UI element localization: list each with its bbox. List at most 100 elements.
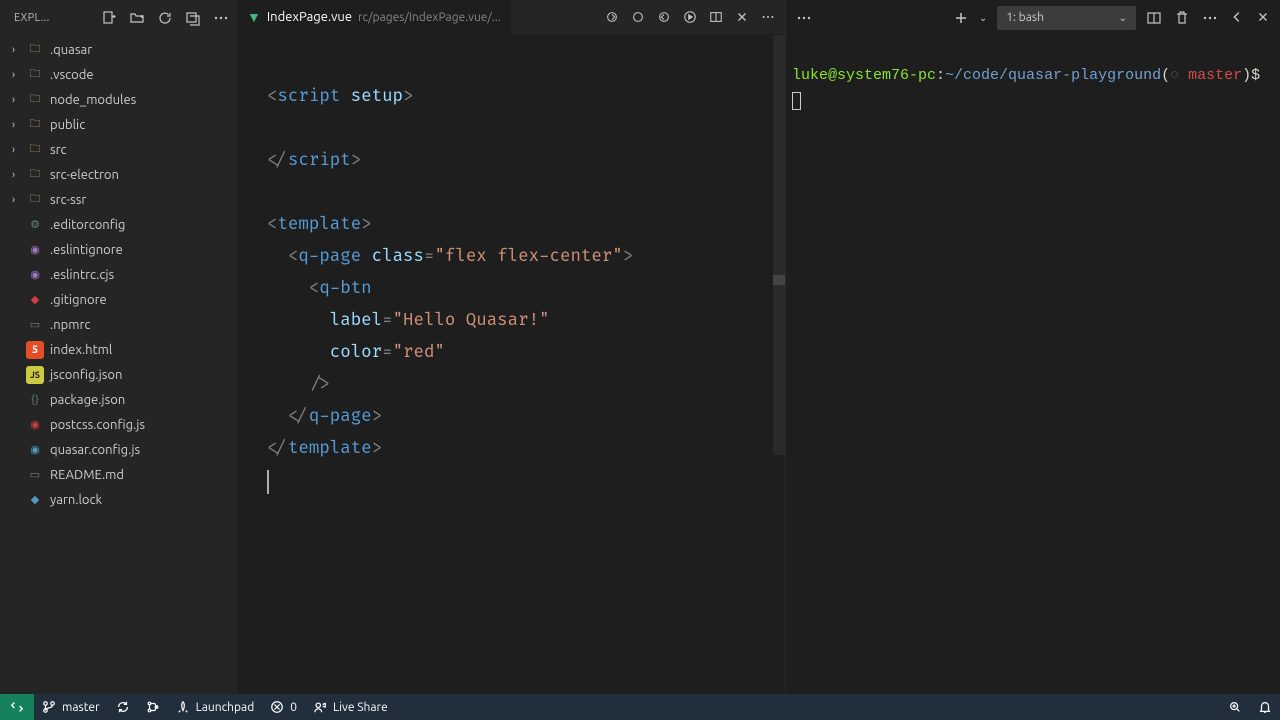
new-terminal-icon[interactable] [953, 10, 969, 26]
folder-label: .vscode [50, 68, 94, 82]
git-icon: ◆ [26, 291, 44, 309]
collapse-icon[interactable] [185, 10, 201, 26]
file-label: jsconfig.json [50, 368, 122, 382]
folder-quasar[interactable]: ›🗀.quasar [0, 37, 237, 62]
new-folder-icon[interactable] [129, 10, 145, 26]
chevron-down-icon[interactable]: ⌄ [979, 12, 987, 24]
close-icon[interactable] [1256, 10, 1270, 26]
file-postcss[interactable]: ◉postcss.config.js [0, 412, 237, 437]
folder-src-electron[interactable]: ›🗀src-electron [0, 162, 237, 187]
chevron-right-icon: › [12, 144, 26, 156]
file-eslintignore[interactable]: ◉.eslintignore [0, 237, 237, 262]
quasar-icon: ◉ [26, 441, 44, 459]
chevron-right-icon: › [12, 44, 26, 56]
folder-icon: 🗀 [26, 116, 44, 134]
code-token: < [288, 246, 298, 267]
problems-count: 0 [290, 701, 297, 714]
split-icon[interactable] [709, 10, 723, 24]
file-label: .gitignore [50, 293, 107, 307]
file-label: .eslintignore [50, 243, 123, 257]
terminal-body[interactable]: luke@system76-pc:~/code/quasar-playgroun… [786, 35, 1280, 694]
folder-src[interactable]: ›🗀src [0, 137, 237, 162]
file-eslintrc[interactable]: ◉.eslintrc.cjs [0, 262, 237, 287]
file-index-html[interactable]: 5index.html [0, 337, 237, 362]
prompt-branch-close: ) [1242, 67, 1251, 84]
editor-scrollbar[interactable] [773, 35, 785, 455]
folder-label: src-ssr [50, 193, 86, 207]
code-token: > [372, 406, 382, 427]
prompt-sep: : [936, 67, 945, 84]
code-editor[interactable]: <script setup> </script> <template> <q-p… [237, 35, 785, 694]
problems-button[interactable]: 0 [262, 700, 305, 714]
branch-status[interactable]: master [34, 700, 108, 714]
editor-pane: ▼ IndexPage.vue rc/pages/IndexPage.vue/.… [237, 0, 785, 694]
git-graph-button[interactable] [138, 700, 168, 714]
code-token: template [277, 214, 361, 235]
editor-tab[interactable]: ▼ IndexPage.vue rc/pages/IndexPage.vue/.… [237, 0, 512, 35]
refresh-icon[interactable] [157, 10, 173, 26]
file-gitignore[interactable]: ◆ .gitignore [0, 287, 237, 312]
more-icon[interactable] [213, 10, 229, 26]
remote-button[interactable] [0, 694, 34, 720]
back-icon[interactable] [1230, 10, 1244, 26]
folder-icon: 🗀 [26, 91, 44, 109]
code-token: > [372, 438, 382, 459]
folder-icon: 🗀 [26, 141, 44, 159]
liveshare-button[interactable]: Live Share [305, 700, 396, 714]
code-token: /> [309, 374, 330, 395]
code-token: < [267, 214, 277, 235]
explorer-header: EXPL... [0, 0, 237, 35]
folder-src-ssr[interactable]: ›🗀src-ssr [0, 187, 237, 212]
code-token: color [330, 342, 382, 363]
editor-tabbar: ▼ IndexPage.vue rc/pages/IndexPage.vue/.… [237, 0, 785, 35]
terminal-shell-select[interactable]: 1: bash ⌄ [997, 6, 1136, 30]
more-icon[interactable] [1202, 10, 1218, 26]
folder-label: node_modules [50, 93, 136, 107]
code-token: "flex flex-center" [434, 246, 622, 267]
folder-vscode[interactable]: ›🗀.vscode [0, 62, 237, 87]
file-yarn-lock[interactable]: ◆yarn.lock [0, 487, 237, 512]
code-token: template [288, 438, 372, 459]
folder-icon: 🗀 [26, 191, 44, 209]
folder-label: public [50, 118, 85, 132]
code-token: script [288, 150, 351, 171]
file-label: yarn.lock [50, 493, 102, 507]
code-token: script [277, 86, 340, 107]
more-icon[interactable] [761, 10, 775, 24]
code-token: setup [340, 86, 403, 107]
terminal-cursor [792, 92, 801, 110]
notifications-button[interactable] [1250, 700, 1280, 714]
file-package-json[interactable]: {}package.json [0, 387, 237, 412]
file-label: package.json [50, 393, 125, 407]
file-npmrc[interactable]: ▭.npmrc [0, 312, 237, 337]
file-label: .editorconfig [50, 218, 125, 232]
code-token: = [382, 342, 392, 363]
terminal-header: ⌄ 1: bash ⌄ [786, 0, 1280, 35]
launchpad-button[interactable]: Launchpad [168, 700, 263, 714]
file-label: .npmrc [50, 318, 90, 332]
code-token: > [403, 86, 413, 107]
file-jsconfig[interactable]: JSjsconfig.json [0, 362, 237, 387]
file-editorconfig[interactable]: ⚙ .editorconfig [0, 212, 237, 237]
code-token: </ [267, 150, 288, 171]
zoom-button[interactable] [1220, 700, 1250, 714]
run-icon[interactable] [683, 10, 697, 24]
sync-button[interactable] [108, 700, 138, 714]
chevron-right-icon: › [12, 169, 26, 181]
file-icon: ⚙ [26, 216, 44, 234]
circle-icon[interactable] [631, 10, 645, 24]
new-file-icon[interactable] [101, 10, 117, 26]
file-label: index.html [50, 343, 112, 357]
diff-next-icon[interactable] [657, 10, 671, 24]
chevron-right-icon: › [12, 94, 26, 106]
split-terminal-icon[interactable] [1146, 10, 1162, 26]
file-quasar-config[interactable]: ◉quasar.config.js [0, 437, 237, 462]
trash-icon[interactable] [1174, 10, 1190, 26]
diff-prev-icon[interactable] [605, 10, 619, 24]
folder-public[interactable]: ›🗀public [0, 112, 237, 137]
more-icon[interactable] [796, 10, 812, 26]
file-readme[interactable]: ▭README.md [0, 462, 237, 487]
code-token: q-btn [319, 278, 371, 299]
folder-node-modules[interactable]: ›🗀 node_modules [0, 87, 237, 112]
close-tab-icon[interactable] [735, 10, 749, 24]
